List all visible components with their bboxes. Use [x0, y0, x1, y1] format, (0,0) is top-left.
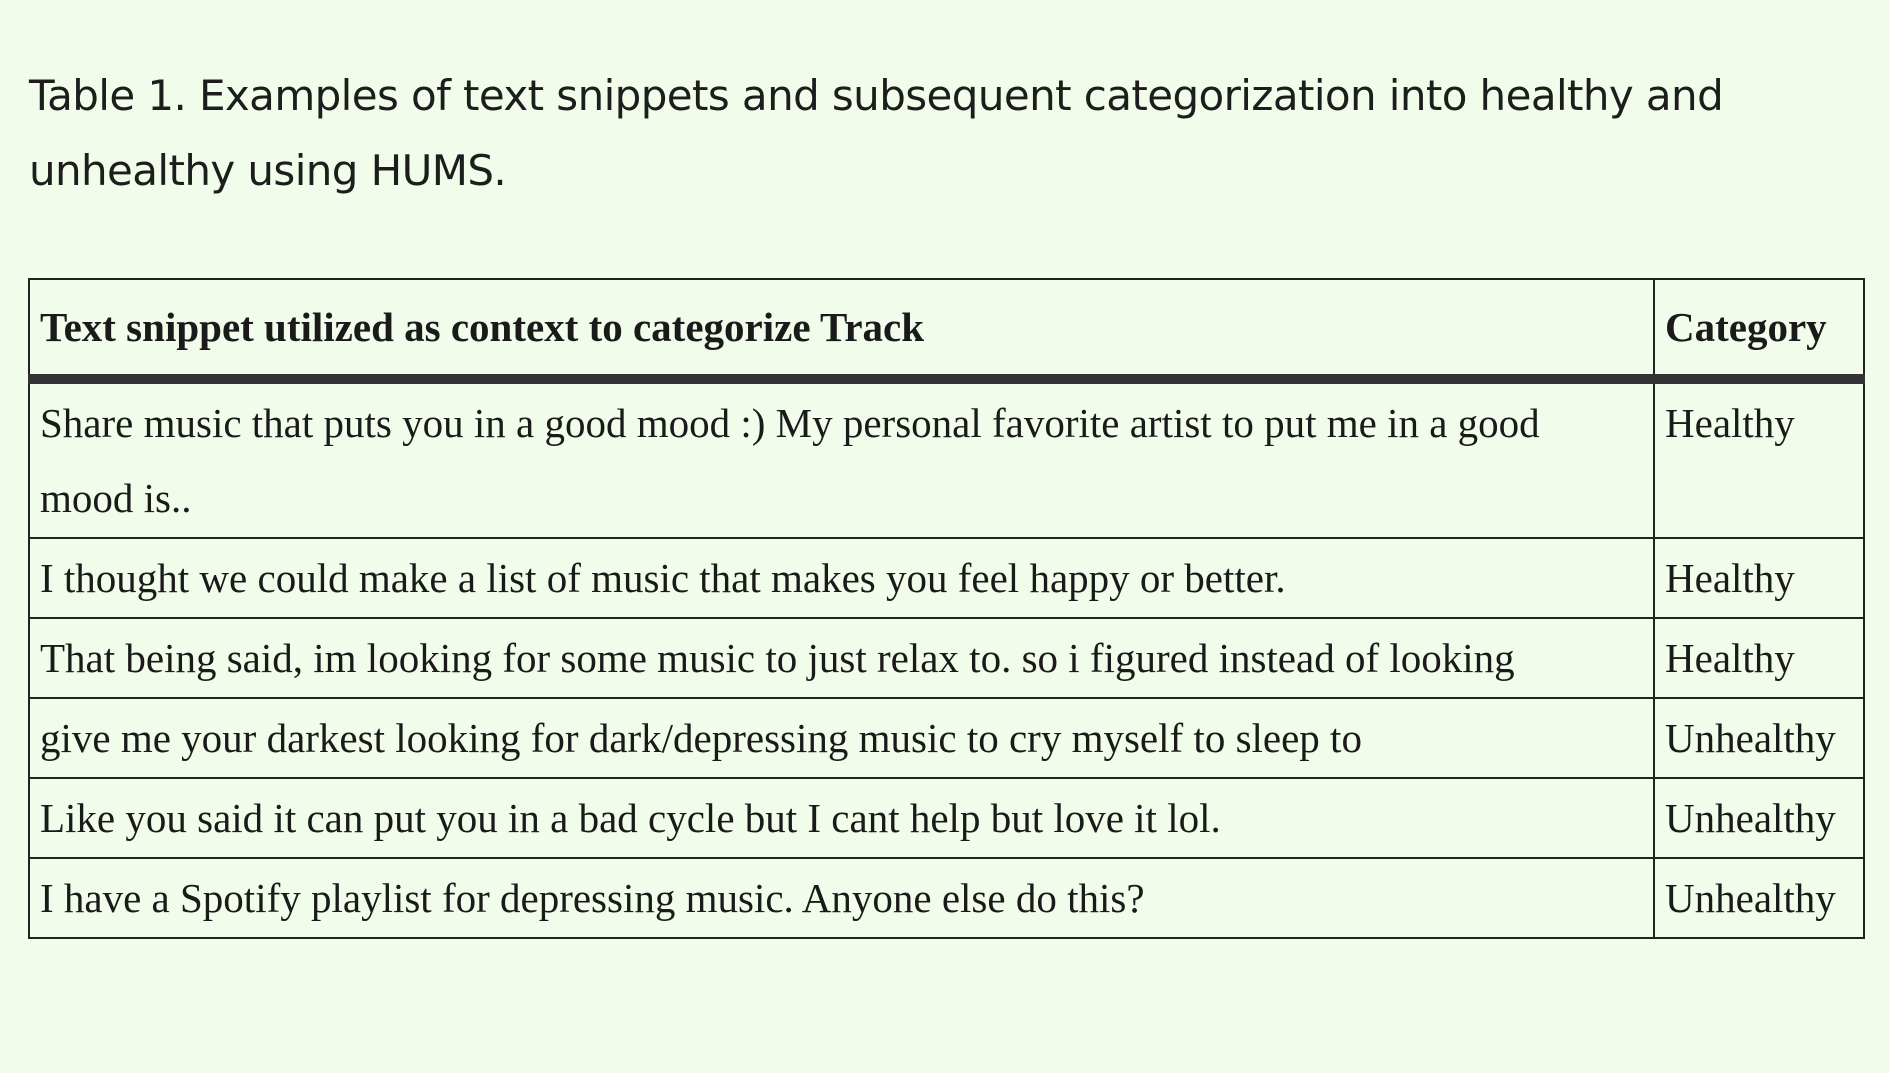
header-text-snippet: Text snippet utilized as context to cate… — [27, 278, 1656, 384]
category-cell: Unhealthy — [1653, 857, 1865, 939]
table-row: Like you said it can put you in a bad cy… — [27, 777, 1865, 859]
snippet-cell: I thought we could make a list of music … — [27, 537, 1656, 619]
table-row: Share music that puts you in a good mood… — [27, 378, 1865, 539]
table-caption: Table 1. Examples of text snippets and s… — [29, 71, 1724, 195]
table-row: I thought we could make a list of music … — [27, 537, 1865, 619]
category-cell: Healthy — [1653, 378, 1865, 539]
table-row: That being said, im looking for some mus… — [27, 617, 1865, 699]
snippet-cell: I have a Spotify playlist for depressing… — [27, 857, 1656, 939]
category-cell: Healthy — [1653, 537, 1865, 619]
category-cell: Unhealthy — [1653, 697, 1865, 779]
category-cell: Healthy — [1653, 617, 1865, 699]
header-category: Category — [1653, 278, 1865, 384]
snippet-cell: Share music that puts you in a good mood… — [27, 378, 1656, 539]
examples-table: Text snippet utilized as context to cate… — [27, 278, 1865, 939]
snippet-cell: give me your darkest looking for dark/de… — [27, 697, 1656, 779]
category-cell: Unhealthy — [1653, 777, 1865, 859]
table-row: I have a Spotify playlist for depressing… — [27, 857, 1865, 939]
snippet-cell: That being said, im looking for some mus… — [27, 617, 1656, 699]
snippet-cell: Like you said it can put you in a bad cy… — [27, 777, 1656, 859]
table-header-row: Text snippet utilized as context to cate… — [27, 278, 1865, 384]
table-row: give me your darkest looking for dark/de… — [27, 697, 1865, 779]
